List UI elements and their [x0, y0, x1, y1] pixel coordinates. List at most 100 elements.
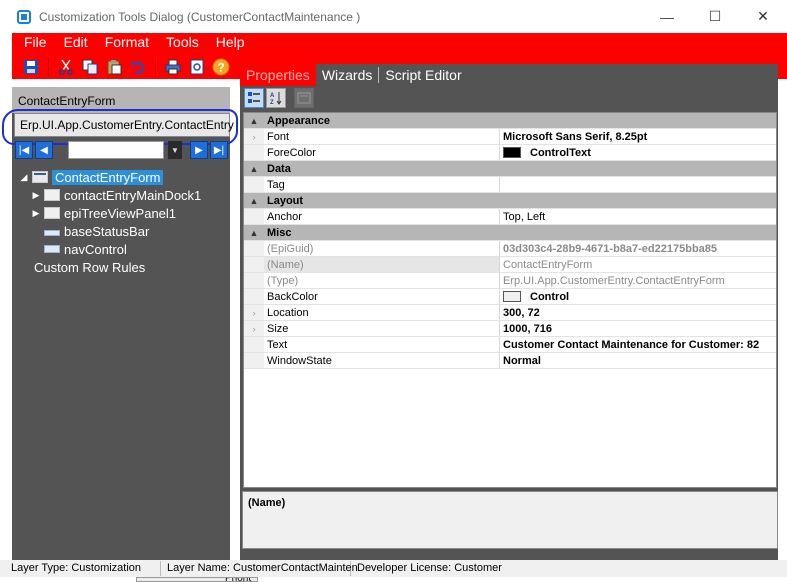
- row-gutter: [244, 145, 264, 160]
- expand-arrow-icon[interactable]: ◢: [18, 172, 30, 183]
- previous-record-icon[interactable]: ◀: [35, 141, 53, 159]
- minimize-button[interactable]: —: [643, 0, 691, 33]
- property-row[interactable]: (Name) ContactEntryForm: [244, 257, 776, 273]
- help-icon[interactable]: ?: [212, 58, 230, 76]
- property-value-text: Erp.UI.App.CustomerEntry.ContactEntryFor…: [503, 274, 725, 287]
- record-search-field[interactable]: [68, 141, 164, 159]
- tab-strip: Properties Wizards Script Editor: [240, 64, 778, 86]
- menu-format[interactable]: Format: [94, 33, 155, 53]
- property-row[interactable]: Anchor Top, Left: [244, 209, 776, 225]
- property-category[interactable]: ▲ Layout: [244, 193, 776, 209]
- property-value-text: Top, Left: [503, 210, 546, 223]
- undo-icon[interactable]: [129, 58, 147, 76]
- property-category[interactable]: ▲ Appearance: [244, 113, 776, 129]
- maximize-button[interactable]: ☐: [691, 0, 739, 33]
- last-record-icon[interactable]: ▶|: [210, 141, 228, 159]
- property-value[interactable]: 03d303c4-28b9-4671-b8a7-ed22175bba85: [500, 241, 776, 256]
- property-row[interactable]: › Size 1000, 716: [244, 321, 776, 337]
- property-name: Tag: [264, 177, 500, 192]
- property-value[interactable]: ContactEntryForm: [500, 257, 776, 272]
- property-row[interactable]: › Font Microsoft Sans Serif, 8.25pt: [244, 129, 776, 145]
- status-bar: Layer Type: Customization Layer Name: Cu…: [0, 560, 787, 577]
- collapse-icon[interactable]: ▲: [244, 113, 264, 128]
- tree-node-label: epiTreeViewPanel1: [64, 205, 177, 221]
- property-value-text: 1000, 716: [503, 322, 552, 335]
- expand-icon[interactable]: ›: [244, 305, 264, 320]
- first-record-icon[interactable]: |◀: [15, 141, 33, 159]
- expand-icon[interactable]: ›: [244, 321, 264, 336]
- paste-icon[interactable]: [105, 58, 123, 76]
- copy-icon[interactable]: [81, 58, 99, 76]
- property-value[interactable]: Erp.UI.App.CustomerEntry.ContactEntryFor…: [500, 273, 776, 288]
- save-icon[interactable]: [22, 58, 40, 76]
- collapse-icon[interactable]: ▲: [244, 193, 264, 208]
- property-name: WindowState: [264, 353, 500, 368]
- menu-tools[interactable]: Tools: [155, 33, 205, 53]
- property-name: Font: [264, 129, 500, 144]
- record-dropdown-icon[interactable]: ▼: [168, 141, 182, 159]
- status-control-icon: [44, 230, 60, 236]
- background-window-fragment: Priorit: [136, 577, 258, 582]
- tab-script-editor[interactable]: Script Editor: [379, 64, 467, 86]
- property-row[interactable]: ForeColor ControlText: [244, 145, 776, 161]
- control-tree: ◢ ContactEntryForm ▶ contactEntryMainDock1 ▶…: [18, 168, 228, 276]
- menu-file[interactable]: File: [12, 33, 53, 53]
- property-value[interactable]: [500, 177, 776, 192]
- property-row[interactable]: (Type) Erp.UI.App.CustomerEntry.ContactEn…: [244, 273, 776, 289]
- menu-edit[interactable]: Edit: [53, 33, 94, 53]
- tree-node[interactable]: ◢ ContactEntryForm: [18, 168, 228, 186]
- expand-icon[interactable]: ›: [244, 129, 264, 144]
- property-row[interactable]: (EpiGuid) 03d303c4-28b9-4671-b8a7-ed22175…: [244, 241, 776, 257]
- tab-wizards[interactable]: Wizards: [316, 64, 379, 86]
- print-preview-icon[interactable]: [188, 58, 206, 76]
- control-type-combo[interactable]: Erp.UI.App.CustomerEntry.ContactEntry: [14, 113, 234, 137]
- property-category[interactable]: ▲ Data: [244, 161, 776, 177]
- collapse-icon[interactable]: ▲: [244, 161, 264, 176]
- navigation-row: |◀ ◀ ▼ ▶ ▶|: [15, 141, 229, 159]
- property-value[interactable]: 1000, 716: [500, 321, 776, 336]
- property-pages-icon[interactable]: [294, 88, 314, 108]
- property-value-text: 300, 72: [503, 306, 540, 319]
- print-icon[interactable]: [164, 58, 182, 76]
- property-value[interactable]: Normal: [500, 353, 776, 368]
- toolbar-divider: [155, 58, 156, 76]
- property-row[interactable]: BackColor Control: [244, 289, 776, 305]
- property-row[interactable]: › Location 300, 72: [244, 305, 776, 321]
- form-control-icon: [32, 171, 48, 183]
- property-value[interactable]: ControlText: [500, 145, 776, 160]
- tree-node[interactable]: baseStatusBar: [18, 222, 228, 240]
- property-value[interactable]: Microsoft Sans Serif, 8.25pt: [500, 129, 776, 144]
- property-value[interactable]: Control: [500, 289, 776, 304]
- property-value[interactable]: Customer Contact Maintenance for Custome…: [500, 337, 776, 352]
- property-row[interactable]: Tag: [244, 177, 776, 193]
- property-value[interactable]: 300, 72: [500, 305, 776, 320]
- next-record-icon[interactable]: ▶: [190, 141, 208, 159]
- tree-node[interactable]: ▶ epiTreeViewPanel1: [18, 204, 228, 222]
- row-gutter: [244, 273, 264, 288]
- expand-arrow-icon[interactable]: ▶: [30, 208, 42, 219]
- expand-arrow-icon[interactable]: ▶: [30, 190, 42, 201]
- custom-row-rules-node[interactable]: Custom Row Rules: [18, 258, 228, 276]
- close-button[interactable]: ✕: [739, 0, 787, 33]
- property-value-text: ControlText: [530, 146, 591, 159]
- row-gutter: [244, 209, 264, 224]
- cut-icon[interactable]: [57, 58, 75, 76]
- status-layer-name: Layer Name: CustomerContactMainten: [161, 561, 358, 576]
- status-license: Developer License: Customer: [357, 562, 502, 574]
- property-row[interactable]: WindowState Normal: [244, 353, 776, 369]
- property-category[interactable]: ▲ Misc: [244, 225, 776, 241]
- tree-node[interactable]: ▶ contactEntryMainDock1: [18, 186, 228, 204]
- property-name: Appearance: [267, 114, 330, 127]
- property-description: (Name): [242, 491, 778, 549]
- property-name: Misc: [267, 226, 292, 239]
- categorized-icon[interactable]: [244, 88, 264, 108]
- alphabetical-icon[interactable]: AZ: [266, 88, 286, 108]
- tab-properties[interactable]: Properties: [240, 64, 316, 86]
- svg-text:A: A: [270, 93, 275, 99]
- menu-help[interactable]: Help: [205, 33, 251, 53]
- tree-node[interactable]: navControl: [18, 240, 228, 258]
- property-value[interactable]: Top, Left: [500, 209, 776, 224]
- collapse-icon[interactable]: ▲: [244, 225, 264, 240]
- property-row[interactable]: Text Customer Contact Maintenance for Cus…: [244, 337, 776, 353]
- property-value-text: Microsoft Sans Serif, 8.25pt: [503, 130, 648, 143]
